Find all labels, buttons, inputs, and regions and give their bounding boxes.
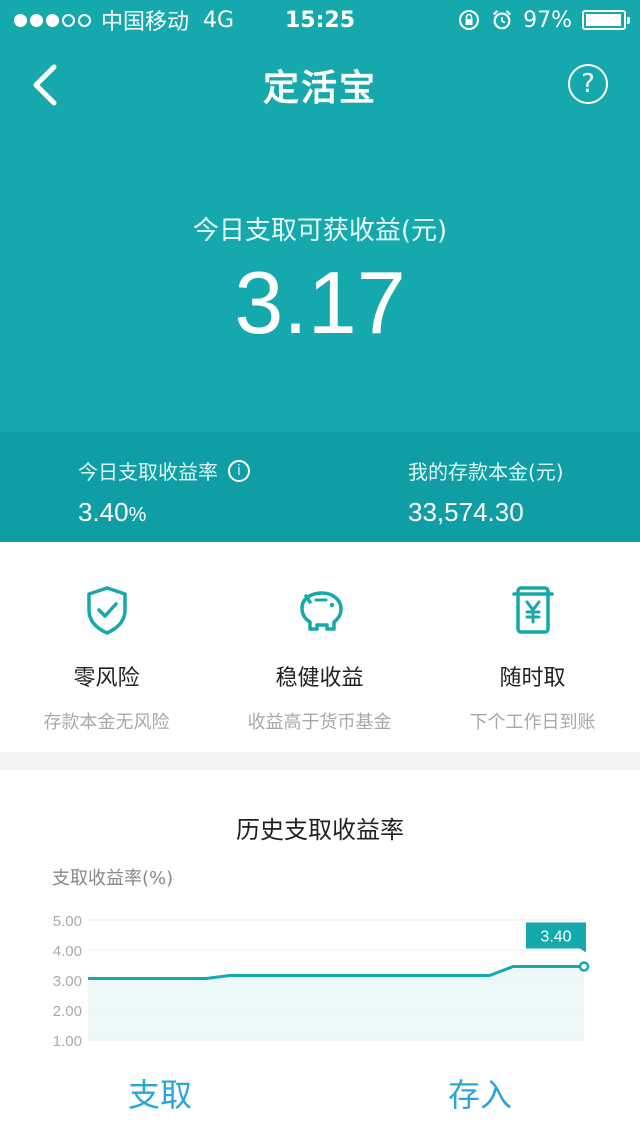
last-point-marker [578, 961, 590, 972]
stats-panel: 今日支取收益率 i 3.40% 我的存款本金(元) 33,574.30 [0, 432, 640, 542]
features-panel: 零风险 存款本金无风险 稳健收益 收益高于货币基金 随时取 下个工作日到账 [0, 542, 640, 752]
y-tick-label: 4.00 [53, 943, 82, 960]
network-type: 4G [203, 7, 235, 33]
chart-title: 历史支取收益率 [236, 816, 404, 844]
battery-percent: 97% [523, 7, 572, 33]
rate-value: 3.40 [78, 497, 129, 527]
feature-title: 随时取 [499, 666, 566, 691]
earnings-label: 今日支取可获收益(元) [192, 216, 448, 246]
question-circle-icon[interactable]: ? [568, 64, 608, 104]
feature-title: 零风险 [73, 666, 140, 691]
y-tick-label: 2.00 [53, 1003, 82, 1020]
info-icon[interactable]: i [228, 459, 250, 482]
chevron-left-icon[interactable] [26, 62, 66, 108]
principal-value: 33,574.30 [408, 497, 524, 527]
feature-subtitle: 下个工作日到账 [469, 712, 596, 733]
last-value-label: 3.40 [540, 929, 571, 946]
deposit-button[interactable]: 存入 [320, 1070, 640, 1116]
nav-bar: 定活宝 ? [0, 40, 640, 130]
y-tick-label: 3.00 [53, 973, 82, 990]
piggy-bank-icon [299, 591, 343, 631]
y-tick-label: 1.00 [53, 1033, 82, 1050]
feature-subtitle: 存款本金无风险 [43, 712, 170, 733]
withdraw-button[interactable]: 支取 [0, 1070, 320, 1116]
rate-stat: 今日支取收益率 i 3.40% [78, 456, 250, 528]
carrier-name: 中国移动 [101, 10, 190, 35]
feature-anytime-withdraw: 随时取 下个工作日到账 [426, 582, 639, 734]
y-tick-label: 5.00 [53, 913, 82, 930]
earnings-value: 3.17 [234, 253, 406, 352]
rate-line-chart: 5.00 4.00 3.00 2.00 1.00 3.40 [53, 913, 590, 1050]
signal-strength-icon [14, 13, 91, 27]
yen-receipt-icon [511, 586, 554, 634]
feature-subtitle: 收益高于货币基金 [247, 712, 392, 733]
principal-stat: 我的存款本金(元) 33,574.30 [408, 456, 564, 528]
feature-stable-return: 稳健收益 收益高于货币基金 [213, 582, 426, 734]
rate-label: 今日支取收益率 [78, 460, 218, 484]
rate-unit: % [128, 504, 147, 526]
feature-title: 稳健收益 [275, 666, 364, 691]
shield-check-icon [86, 586, 127, 635]
battery-icon [582, 10, 630, 30]
status-bar: 中国移动 4G 15:25 97% [0, 0, 640, 40]
rotation-lock-icon [459, 10, 480, 30]
bottom-action-bar: 支取 存入 [0, 1050, 640, 1136]
principal-label: 我的存款本金(元) [408, 460, 564, 484]
feature-zero-risk: 零风险 存款本金无风险 [0, 582, 213, 734]
alarm-icon [493, 10, 512, 30]
chart-ylabel: 支取收益率(%) [52, 868, 174, 889]
page-title: 定活宝 [262, 68, 377, 109]
